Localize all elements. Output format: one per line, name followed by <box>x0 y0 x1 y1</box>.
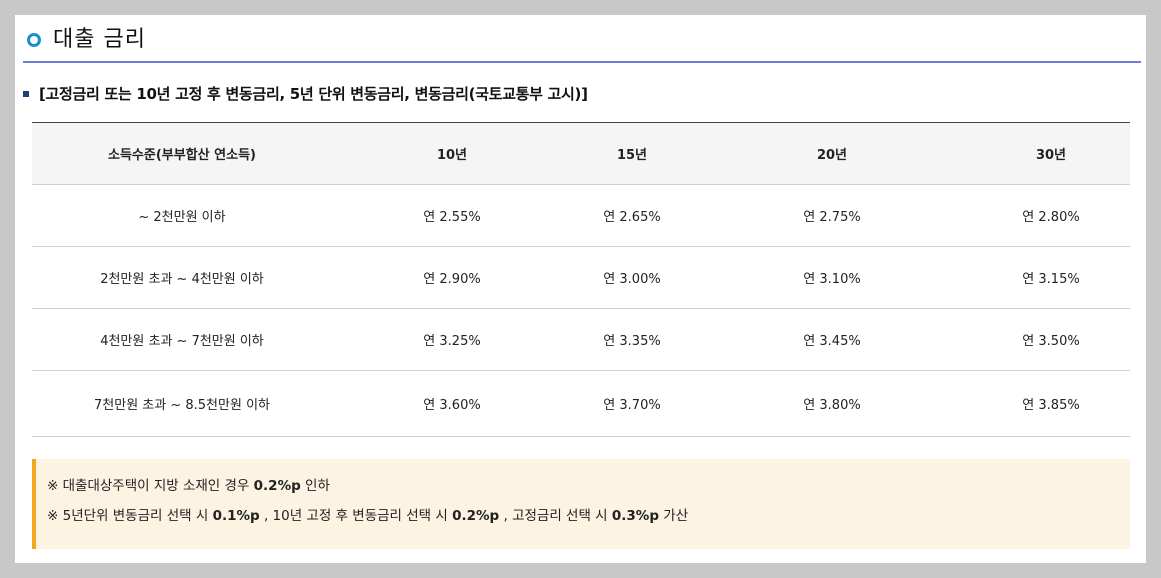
header-15y: 15년 <box>572 122 692 185</box>
note-text: 인하 <box>300 478 330 494</box>
subheading-text: [고정금리 또는 10년 고정 후 변동금리, 5년 단위 변동금리, 변동금리… <box>39 85 588 103</box>
header-30y: 30년 <box>972 122 1130 185</box>
rate-cell: 연 3.35% <box>572 308 692 371</box>
header-20y: 20년 <box>692 122 972 185</box>
rate-cell: 연 3.45% <box>692 308 972 371</box>
table-row: 7천만원 초과 ~ 8.5천만원 이하 연 3.60% 연 3.70% 연 3.… <box>32 370 1130 437</box>
rate-cell: 연 3.60% <box>332 370 572 437</box>
note-text: ※ 5년단위 변동금리 선택 시 <box>47 508 213 524</box>
income-level-cell: 7천만원 초과 ~ 8.5천만원 이하 <box>32 370 332 437</box>
rate-cell: 연 3.50% <box>972 308 1130 371</box>
rate-subheading: [고정금리 또는 10년 고정 후 변동금리, 5년 단위 변동금리, 변동금리… <box>23 83 588 104</box>
rate-cell: 연 3.80% <box>692 370 972 437</box>
income-level-cell: 2천만원 초과 ~ 4천만원 이하 <box>32 246 332 309</box>
income-level-cell: ~ 2천만원 이하 <box>32 184 332 247</box>
note-value: 0.2%p <box>452 508 500 524</box>
square-bullet-icon <box>23 90 29 97</box>
header-10y: 10년 <box>332 122 572 185</box>
rate-table-wrapper: 소득수준(부부합산 연소득) 10년 15년 20년 30년 ~ 2천만원 이하… <box>32 122 1130 437</box>
loan-rate-panel: 대출 금리 [고정금리 또는 10년 고정 후 변동금리, 5년 단위 변동금리… <box>15 15 1146 563</box>
section-heading: 대출 금리 <box>23 27 1141 63</box>
ring-bullet-icon <box>27 33 41 47</box>
note-value: 0.2%p <box>253 478 301 494</box>
rate-cell: 연 2.80% <box>972 184 1130 247</box>
note-value: 0.3%p <box>611 508 659 524</box>
rate-cell: 연 3.10% <box>692 246 972 309</box>
table-row: 2천만원 초과 ~ 4천만원 이하 연 2.90% 연 3.00% 연 3.10… <box>32 246 1130 309</box>
rate-cell: 연 3.85% <box>972 370 1130 437</box>
income-level-cell: 4천만원 초과 ~ 7천만원 이하 <box>32 308 332 371</box>
note-value: 0.1%p <box>212 508 260 524</box>
notes-box: ※ 대출대상주택이 지방 소재인 경우 0.2%p 인하 ※ 5년단위 변동금리… <box>32 459 1130 549</box>
table-header-row: 소득수준(부부합산 연소득) 10년 15년 20년 30년 <box>32 122 1130 185</box>
rate-cell: 연 3.25% <box>332 308 572 371</box>
note-text: , 10년 고정 후 변동금리 선택 시 <box>259 508 453 524</box>
note-text: , 고정금리 선택 시 <box>499 508 612 524</box>
note-regional-discount: ※ 대출대상주택이 지방 소재인 경우 0.2%p 인하 <box>47 476 1130 496</box>
rate-cell: 연 3.15% <box>972 246 1130 309</box>
rate-cell: 연 2.55% <box>332 184 572 247</box>
rate-cell: 연 3.70% <box>572 370 692 437</box>
rate-cell: 연 2.65% <box>572 184 692 247</box>
rate-cell: 연 2.75% <box>692 184 972 247</box>
section-title: 대출 금리 <box>53 27 146 52</box>
table-row: ~ 2천만원 이하 연 2.55% 연 2.65% 연 2.75% 연 2.80… <box>32 184 1130 247</box>
note-text: 가산 <box>659 508 689 524</box>
note-rate-surcharge: ※ 5년단위 변동금리 선택 시 0.1%p , 10년 고정 후 변동금리 선… <box>47 506 1130 526</box>
header-income-level: 소득수준(부부합산 연소득) <box>32 122 332 185</box>
table-row: 4천만원 초과 ~ 7천만원 이하 연 3.25% 연 3.35% 연 3.45… <box>32 308 1130 371</box>
rate-table: 소득수준(부부합산 연소득) 10년 15년 20년 30년 ~ 2천만원 이하… <box>32 122 1130 437</box>
note-text: ※ 대출대상주택이 지방 소재인 경우 <box>47 478 254 494</box>
rate-cell: 연 3.00% <box>572 246 692 309</box>
rate-cell: 연 2.90% <box>332 246 572 309</box>
